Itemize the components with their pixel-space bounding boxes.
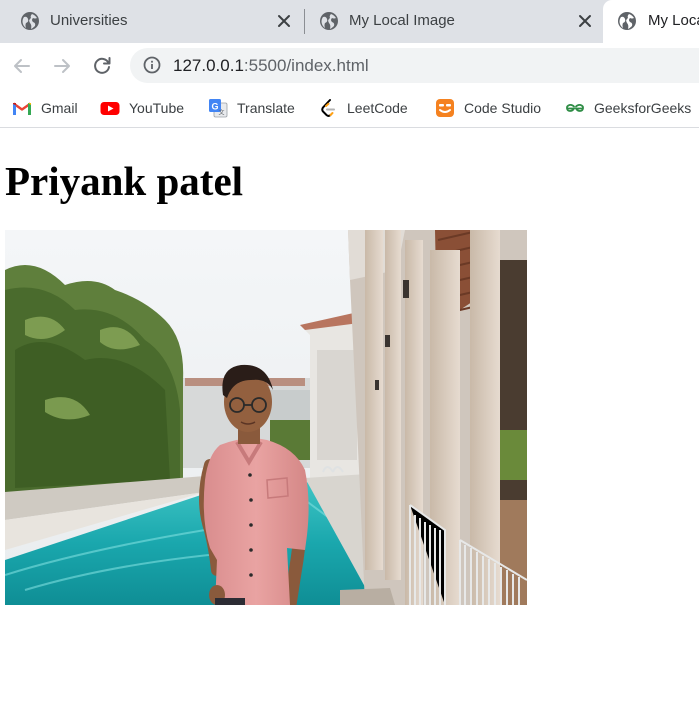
globe-icon (20, 11, 40, 31)
bookmark-label: LeetCode (347, 100, 408, 116)
toolbar: 127.0.0.1:5500/index.html (0, 43, 699, 89)
translate-icon: G文 (208, 98, 228, 118)
bookmark-label: Gmail (41, 100, 78, 116)
bookmark-label: YouTube (129, 100, 185, 116)
svg-text:文: 文 (218, 109, 224, 117)
bookmark-label: Translate (237, 100, 295, 116)
bookmark-youtube[interactable]: YouTube (100, 95, 184, 121)
bookmark-gmail[interactable]: Gmail (12, 95, 78, 121)
globe-icon (319, 11, 339, 31)
code-studio-icon (435, 98, 455, 118)
geeksforgeeks-icon (565, 98, 585, 118)
bookmark-code-studio[interactable]: Code Studio (435, 95, 541, 121)
svg-text:G: G (211, 102, 218, 112)
tab-title: My Loca (648, 12, 699, 29)
address-bar[interactable]: 127.0.0.1:5500/index.html (130, 48, 699, 83)
youtube-icon (100, 98, 120, 118)
close-icon[interactable] (275, 12, 293, 30)
close-icon[interactable] (576, 12, 594, 30)
reload-icon[interactable] (90, 54, 114, 78)
bookmark-leetcode[interactable]: LeetCode (318, 95, 408, 121)
bookmark-label: GeeksforGeeks (594, 100, 692, 116)
person-photo (5, 230, 527, 605)
page-content: Priyank patel (0, 129, 699, 714)
tab-title: My Local Image (349, 12, 455, 29)
leetcode-icon (318, 98, 338, 118)
tab-active[interactable]: My Loca (603, 0, 699, 43)
bookmark-label: Code Studio (464, 100, 542, 116)
url-path: :5500/index.html (243, 56, 369, 75)
url-text[interactable]: 127.0.0.1:5500/index.html (173, 56, 369, 76)
tab-my-local-image[interactable]: My Local Image (305, 0, 601, 43)
gmail-icon (12, 98, 32, 118)
page-heading: Priyank patel (5, 158, 244, 204)
forward-arrow-icon[interactable] (50, 54, 74, 78)
globe-icon (617, 11, 637, 31)
back-arrow-icon[interactable] (10, 54, 34, 78)
url-host: 127.0.0.1 (173, 56, 244, 75)
bookmarks-bar: Gmail YouTube G文 Translate LeetCode Code… (0, 89, 699, 128)
bookmark-geeksforgeeks[interactable]: GeeksforGeeks (565, 95, 691, 121)
bookmark-translate[interactable]: G文 Translate (208, 95, 295, 121)
info-icon[interactable] (143, 56, 161, 74)
tab-universities[interactable]: Universities (0, 0, 304, 43)
tab-title: Universities (50, 12, 128, 29)
tab-strip: Universities My Local Image My Loca (0, 0, 699, 43)
